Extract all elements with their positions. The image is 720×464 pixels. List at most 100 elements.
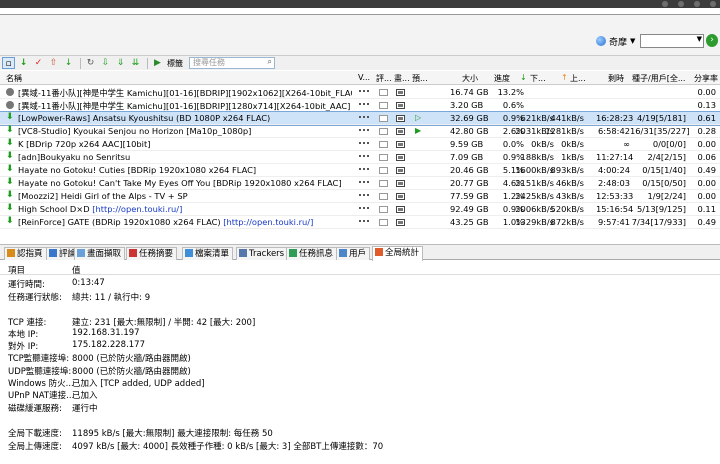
task-seeds: 2/4[2/15] [647,152,686,162]
stats-value: 總共: 11 / 執行中: 9 [72,293,151,303]
col-preview[interactable]: 預... [412,73,428,84]
window-control-icon[interactable] [662,1,668,7]
verify-icon [359,90,369,96]
stats-key: 對外 IP: [8,342,39,352]
task-ratio: 0.11 [697,204,716,214]
refresh-button[interactable]: ↻ [84,57,97,69]
tab-7[interactable]: 任務訊息 [286,247,338,260]
table-row[interactable]: ⬇ Hayate no Gotoku! Cuties [BDRip 1920x10… [0,164,720,177]
media-icon[interactable] [396,180,405,187]
table-row[interactable]: ⬇ High School D×D [http://open.touki.ru/]… [0,203,720,216]
task-name: High School D×D [http://open.touki.ru/] [18,204,352,214]
col-seeds[interactable]: 種子/用戶[全... [632,73,685,84]
task-eta: 11:27:14 [596,152,634,162]
window-control-icon[interactable] [710,1,716,7]
task-size: 92.49 GB [450,204,489,214]
task-ratio: 0.61 [697,113,716,123]
tracker-link[interactable]: [http://open.touki.ru/] [223,217,313,227]
add-task-button[interactable]: ▫ [2,57,15,69]
filter-input[interactable]: 搜尋任務 ⌕ [189,57,275,69]
task-size: 7.09 GB [450,152,484,162]
task-eta: 4:00:24 [598,165,630,175]
stats-value: 運行中 [72,404,98,414]
task-ratio: 0.00 [697,87,716,97]
col-ratio[interactable]: 分享率 [694,73,718,84]
task-size: 43.25 GB [450,217,489,227]
tracker-link[interactable]: [http://open.touki.ru/] [92,204,182,214]
col-rating[interactable]: 評... [376,73,392,84]
col-v[interactable]: V... [358,73,370,82]
stats-value: 已加入 [72,391,98,401]
chevron-down-icon[interactable]: ▼ [697,35,702,43]
col-name[interactable]: 名稱 [6,73,22,84]
tab-4[interactable]: 任務摘要 [126,247,178,260]
tab-1[interactable]: 認指頁 [4,247,47,260]
table-row[interactable]: ⬇ [Moozzi2] Heidi Girl of the Alps - TV +… [0,190,720,203]
task-eta: 16:28:23 [596,113,634,123]
tab-icon [239,249,247,257]
search-go-button[interactable]: › [706,34,718,47]
task-size: 3.20 GB [450,100,484,110]
media-icon[interactable] [396,128,405,135]
task-size: 20.77 GB [450,178,489,188]
task-size: 20.46 GB [450,165,489,175]
label-icon[interactable]: ▶ [151,57,164,69]
table-row[interactable]: ⬇ Hayate no Gotoku! Can't Take My Eyes Of… [0,177,720,190]
tab-3[interactable]: 畫面擷取 [74,247,126,260]
media-icon[interactable] [396,154,405,161]
task-seeds: 5/13[9/125] [636,204,686,214]
col-size[interactable]: 大小 [462,73,478,84]
play-icon[interactable]: ▷ [415,113,421,122]
media-icon[interactable] [396,89,405,96]
media-icon[interactable] [396,193,405,200]
stats-line: 對外 IP: 175.182.228.177 [0,340,720,352]
search-engine-selector[interactable]: 奇摩 ▼ [596,33,635,49]
task-button[interactable]: ⇩ [99,57,112,69]
table-row[interactable]: [異域-11番小队][神是中学生 Kamichu][01-16][BDRIP][… [0,99,720,112]
media-icon[interactable] [396,167,405,174]
paused-icon [6,88,14,96]
task-name-text: [異域-11番小队][神是中学生 Kamichu][01-16][BDRIP][… [18,88,352,98]
move-up-button[interactable]: ⇊ [129,57,142,69]
col-media[interactable]: 畫... [394,73,410,84]
window-control-icon[interactable] [678,1,684,7]
stats-value: 8000 (已於防火牆/路由器開啟) [72,367,191,377]
media-icon[interactable] [396,102,405,109]
media-icon[interactable] [396,141,405,148]
media-icon[interactable] [396,115,405,122]
verify-icon [359,142,369,148]
play-icon[interactable]: ▶ [415,126,421,135]
col-down[interactable]: 下... [530,73,546,84]
tab-9[interactable]: 全局統計 [372,246,424,261]
download-status-icon: ⬇ [6,190,14,200]
verify-icon [359,181,369,187]
col-eta[interactable]: 剩時 [608,73,624,84]
table-row[interactable]: ⬇ [LowPower-Raws] Ansatsu Kyoushitsu (BD … [0,111,720,126]
detail-tabs: 認指頁 評論 畫面擷取 任務摘要 檔案清單 Trackers 任務訊息 用戶 全局統計 [0,244,720,261]
table-row[interactable]: ⬇ K [BDrip 720p x264 AAC][10bit] 9.59 GB 0.… [0,138,720,151]
stats-line: 全局下載速度: 11895 kB/s [最大:無限制] 最大連接限制: 每任務 5… [0,427,720,439]
move-down-button[interactable]: ⇓ [114,57,127,69]
web-search-input[interactable]: ▼ [640,34,704,48]
tab-5[interactable]: 檔案清單 [182,247,234,260]
download-button[interactable]: ↓ [17,57,30,69]
table-row[interactable]: [異域-11番小队][神是中学生 Kamichu][01-16][BDRIP][… [0,86,720,99]
tab-6[interactable]: Trackers [236,247,289,260]
col-up[interactable]: 上... [570,73,586,84]
col-progress[interactable]: 進度 [494,73,510,84]
media-icon[interactable] [396,206,405,213]
table-row[interactable]: ⬇ [VC8-Studio] Kyoukai Senjou no Horizon … [0,125,720,138]
stop-button[interactable]: ↓ [62,57,75,69]
stats-key: UPnP NAT連接... [8,391,75,401]
title-bar [0,0,720,8]
table-row[interactable]: ⬇ [ReinForce] GATE (BDRip 1920x1080 x264 … [0,216,720,229]
tab-icon [289,249,297,257]
labels-button[interactable]: 標籤 [167,58,183,69]
tab-8[interactable]: 用戶 [336,247,371,260]
table-row[interactable]: ⬇ [adn]Boukyaku no Senritsu 7.09 GB 0.9% 188… [0,151,720,164]
download-status-icon: ⬇ [6,151,14,161]
media-icon[interactable] [396,219,405,226]
upload-button[interactable]: ⇧ [47,57,60,69]
window-control-icon[interactable] [694,1,700,7]
check-icon-button[interactable]: ✓ [32,57,45,69]
